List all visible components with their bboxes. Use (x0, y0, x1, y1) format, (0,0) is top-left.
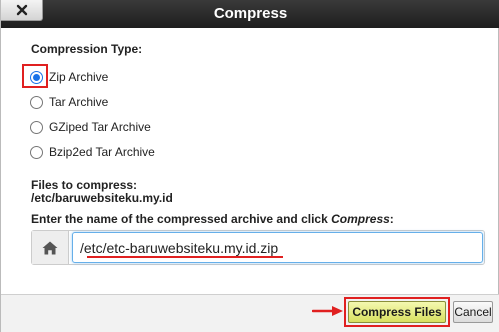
gzip-radio[interactable] (30, 120, 43, 134)
tar-radio[interactable] (30, 95, 43, 109)
input-addon (32, 231, 69, 264)
compress-dialog: Compress Compression Type: Zip Archive T… (0, 0, 499, 332)
radio-option-gzip[interactable]: GZiped Tar Archive (30, 119, 151, 135)
instruction-suffix: : (389, 212, 394, 226)
zip-radio[interactable] (30, 70, 43, 84)
dialog-titlebar: Compress (1, 0, 499, 28)
archive-name-annotation-underline (87, 256, 283, 258)
files-to-compress-value: /etc/baruwebsiteku.my.id (31, 191, 173, 205)
archive-name-group (31, 230, 485, 265)
bzip2-radio-label: Bzip2ed Tar Archive (49, 145, 155, 159)
archive-name-input[interactable] (72, 232, 483, 263)
radio-option-tar[interactable]: Tar Archive (30, 94, 108, 110)
compression-type-label: Compression Type: (31, 42, 143, 56)
radio-option-zip[interactable]: Zip Archive (30, 69, 108, 85)
tar-radio-label: Tar Archive (49, 95, 109, 109)
dialog-body: Compression Type: Zip Archive Tar Archiv… (1, 28, 499, 295)
home-icon (42, 241, 58, 254)
dialog-title: Compress (213, 5, 288, 22)
compress-files-button[interactable]: Compress Files (348, 301, 446, 323)
bzip2-radio[interactable] (30, 145, 43, 159)
zip-radio-label: Zip Archive (49, 70, 109, 84)
instruction-emphasis: Compress (331, 212, 390, 226)
cancel-button[interactable]: Cancel (453, 301, 493, 323)
instruction-text: Enter the name of the compressed archive… (31, 212, 332, 226)
gzip-radio-label: GZiped Tar Archive (49, 120, 151, 134)
files-to-compress-label: Files to compress: (31, 178, 138, 192)
archive-name-instruction: Enter the name of the compressed archive… (31, 212, 394, 226)
radio-option-bzip2[interactable]: Bzip2ed Tar Archive (30, 144, 155, 160)
annotation-arrow-icon (312, 306, 343, 316)
